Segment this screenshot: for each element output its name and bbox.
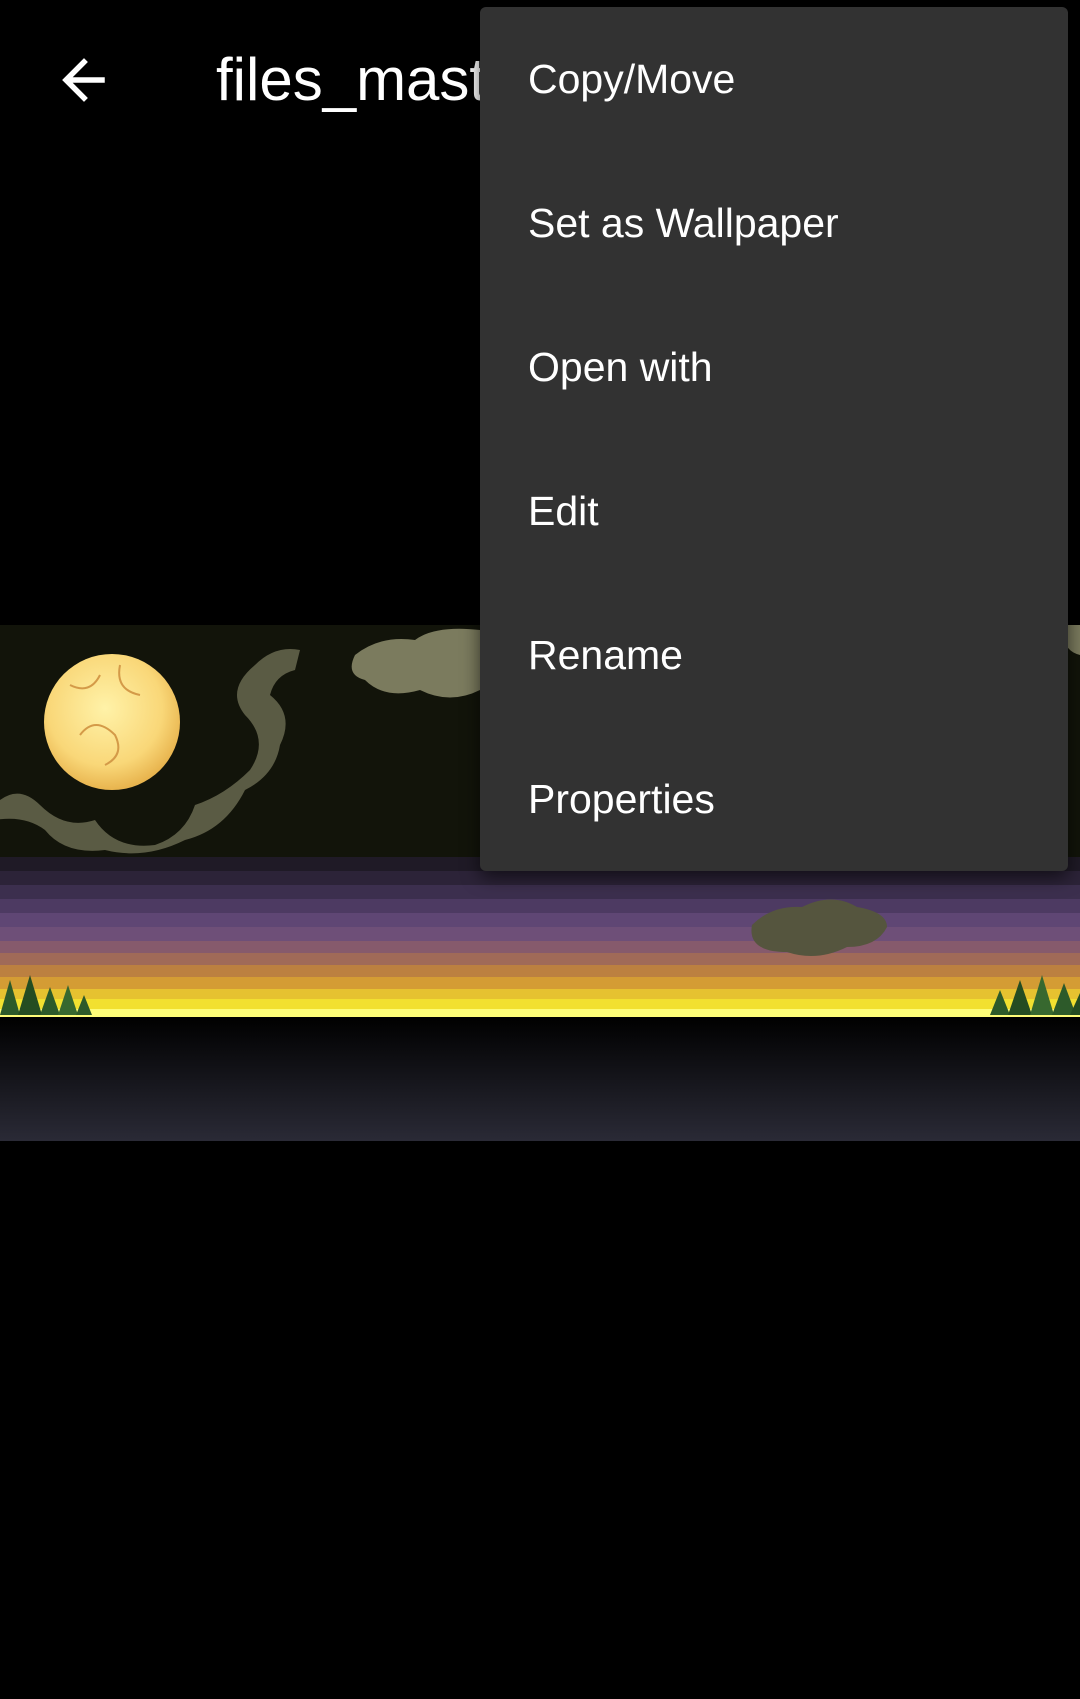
menu-item-label: Copy/Move [528, 55, 736, 102]
menu-item-properties[interactable]: Properties [480, 727, 1068, 871]
menu-item-label: Open with [528, 343, 713, 390]
arrow-left-icon [62, 58, 105, 102]
menu-item-label: Edit [528, 487, 599, 534]
menu-item-label: Rename [528, 631, 683, 678]
menu-item-rename[interactable]: Rename [480, 583, 1068, 727]
overflow-menu: Copy/Move Set as Wallpaper Open with Edi… [480, 7, 1068, 871]
menu-item-label: Properties [528, 775, 715, 822]
menu-item-copy-move[interactable]: Copy/Move [480, 7, 1068, 151]
menu-item-label: Set as Wallpaper [528, 199, 839, 246]
back-button[interactable] [40, 40, 128, 120]
menu-item-open-with[interactable]: Open with [480, 295, 1068, 439]
menu-item-set-as-wallpaper[interactable]: Set as Wallpaper [480, 151, 1068, 295]
menu-item-edit[interactable]: Edit [480, 439, 1068, 583]
